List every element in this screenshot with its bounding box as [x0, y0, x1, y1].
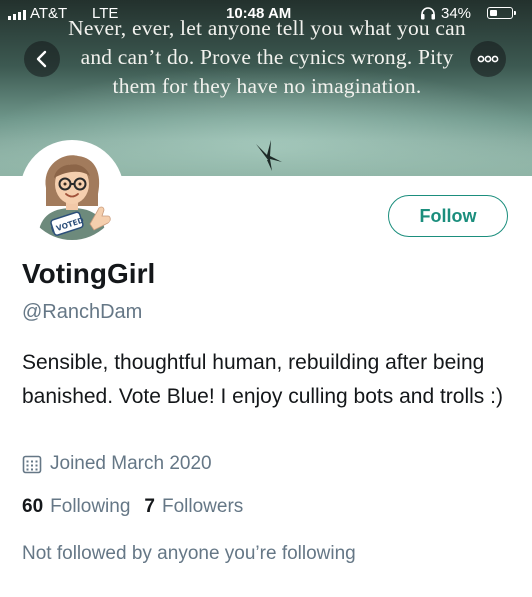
user-handle: @RanchDam: [22, 301, 143, 323]
followers-link[interactable]: 7 Followers: [144, 496, 243, 518]
banner-quote-line-2: and can’t do. Prove the cynics wrong. Pi…: [80, 45, 454, 69]
follow-counts: 60 Following 7 Followers: [22, 496, 243, 518]
banner-quote-line-3: them for they have no imagination.: [112, 74, 422, 98]
back-button[interactable]: [24, 41, 60, 77]
calendar-icon: [22, 455, 42, 474]
following-link[interactable]: 60 Following: [22, 496, 130, 518]
carrier-label: AT&T: [30, 5, 68, 22]
profile-bio: Sensible, thoughtful human, rebuilding a…: [22, 351, 503, 408]
following-label: Following: [50, 496, 131, 517]
more-dots-icon: [477, 55, 499, 63]
follow-button[interactable]: Follow: [388, 195, 508, 237]
display-name: VotingGirl: [22, 258, 156, 289]
cellular-signal-icon: [8, 9, 26, 20]
joined-date: Joined March 2020: [22, 453, 212, 475]
joined-date-text: Joined March 2020: [50, 453, 212, 474]
bird-silhouette-icon: [256, 140, 282, 171]
battery-icon: [487, 7, 516, 19]
clock: 10:48 AM: [226, 5, 292, 22]
more-options-button[interactable]: [470, 41, 506, 77]
battery-percent: 34%: [441, 5, 472, 22]
followers-count: 7: [144, 496, 155, 517]
followers-label: Followers: [161, 496, 244, 517]
chevron-left-icon: [36, 50, 47, 68]
status-bar: AT&T LTE 10:48 AM 34%: [0, 0, 532, 30]
profile-avatar[interactable]: I VOTED: [20, 140, 124, 244]
bitmoji-avatar-image: I VOTED: [24, 144, 120, 240]
following-count: 60: [22, 496, 44, 517]
battery-fill: [489, 9, 497, 16]
followed-by-note: Not followed by anyone you’re following: [22, 543, 356, 564]
headphones-icon: [421, 7, 435, 20]
network-type: LTE: [92, 5, 119, 22]
